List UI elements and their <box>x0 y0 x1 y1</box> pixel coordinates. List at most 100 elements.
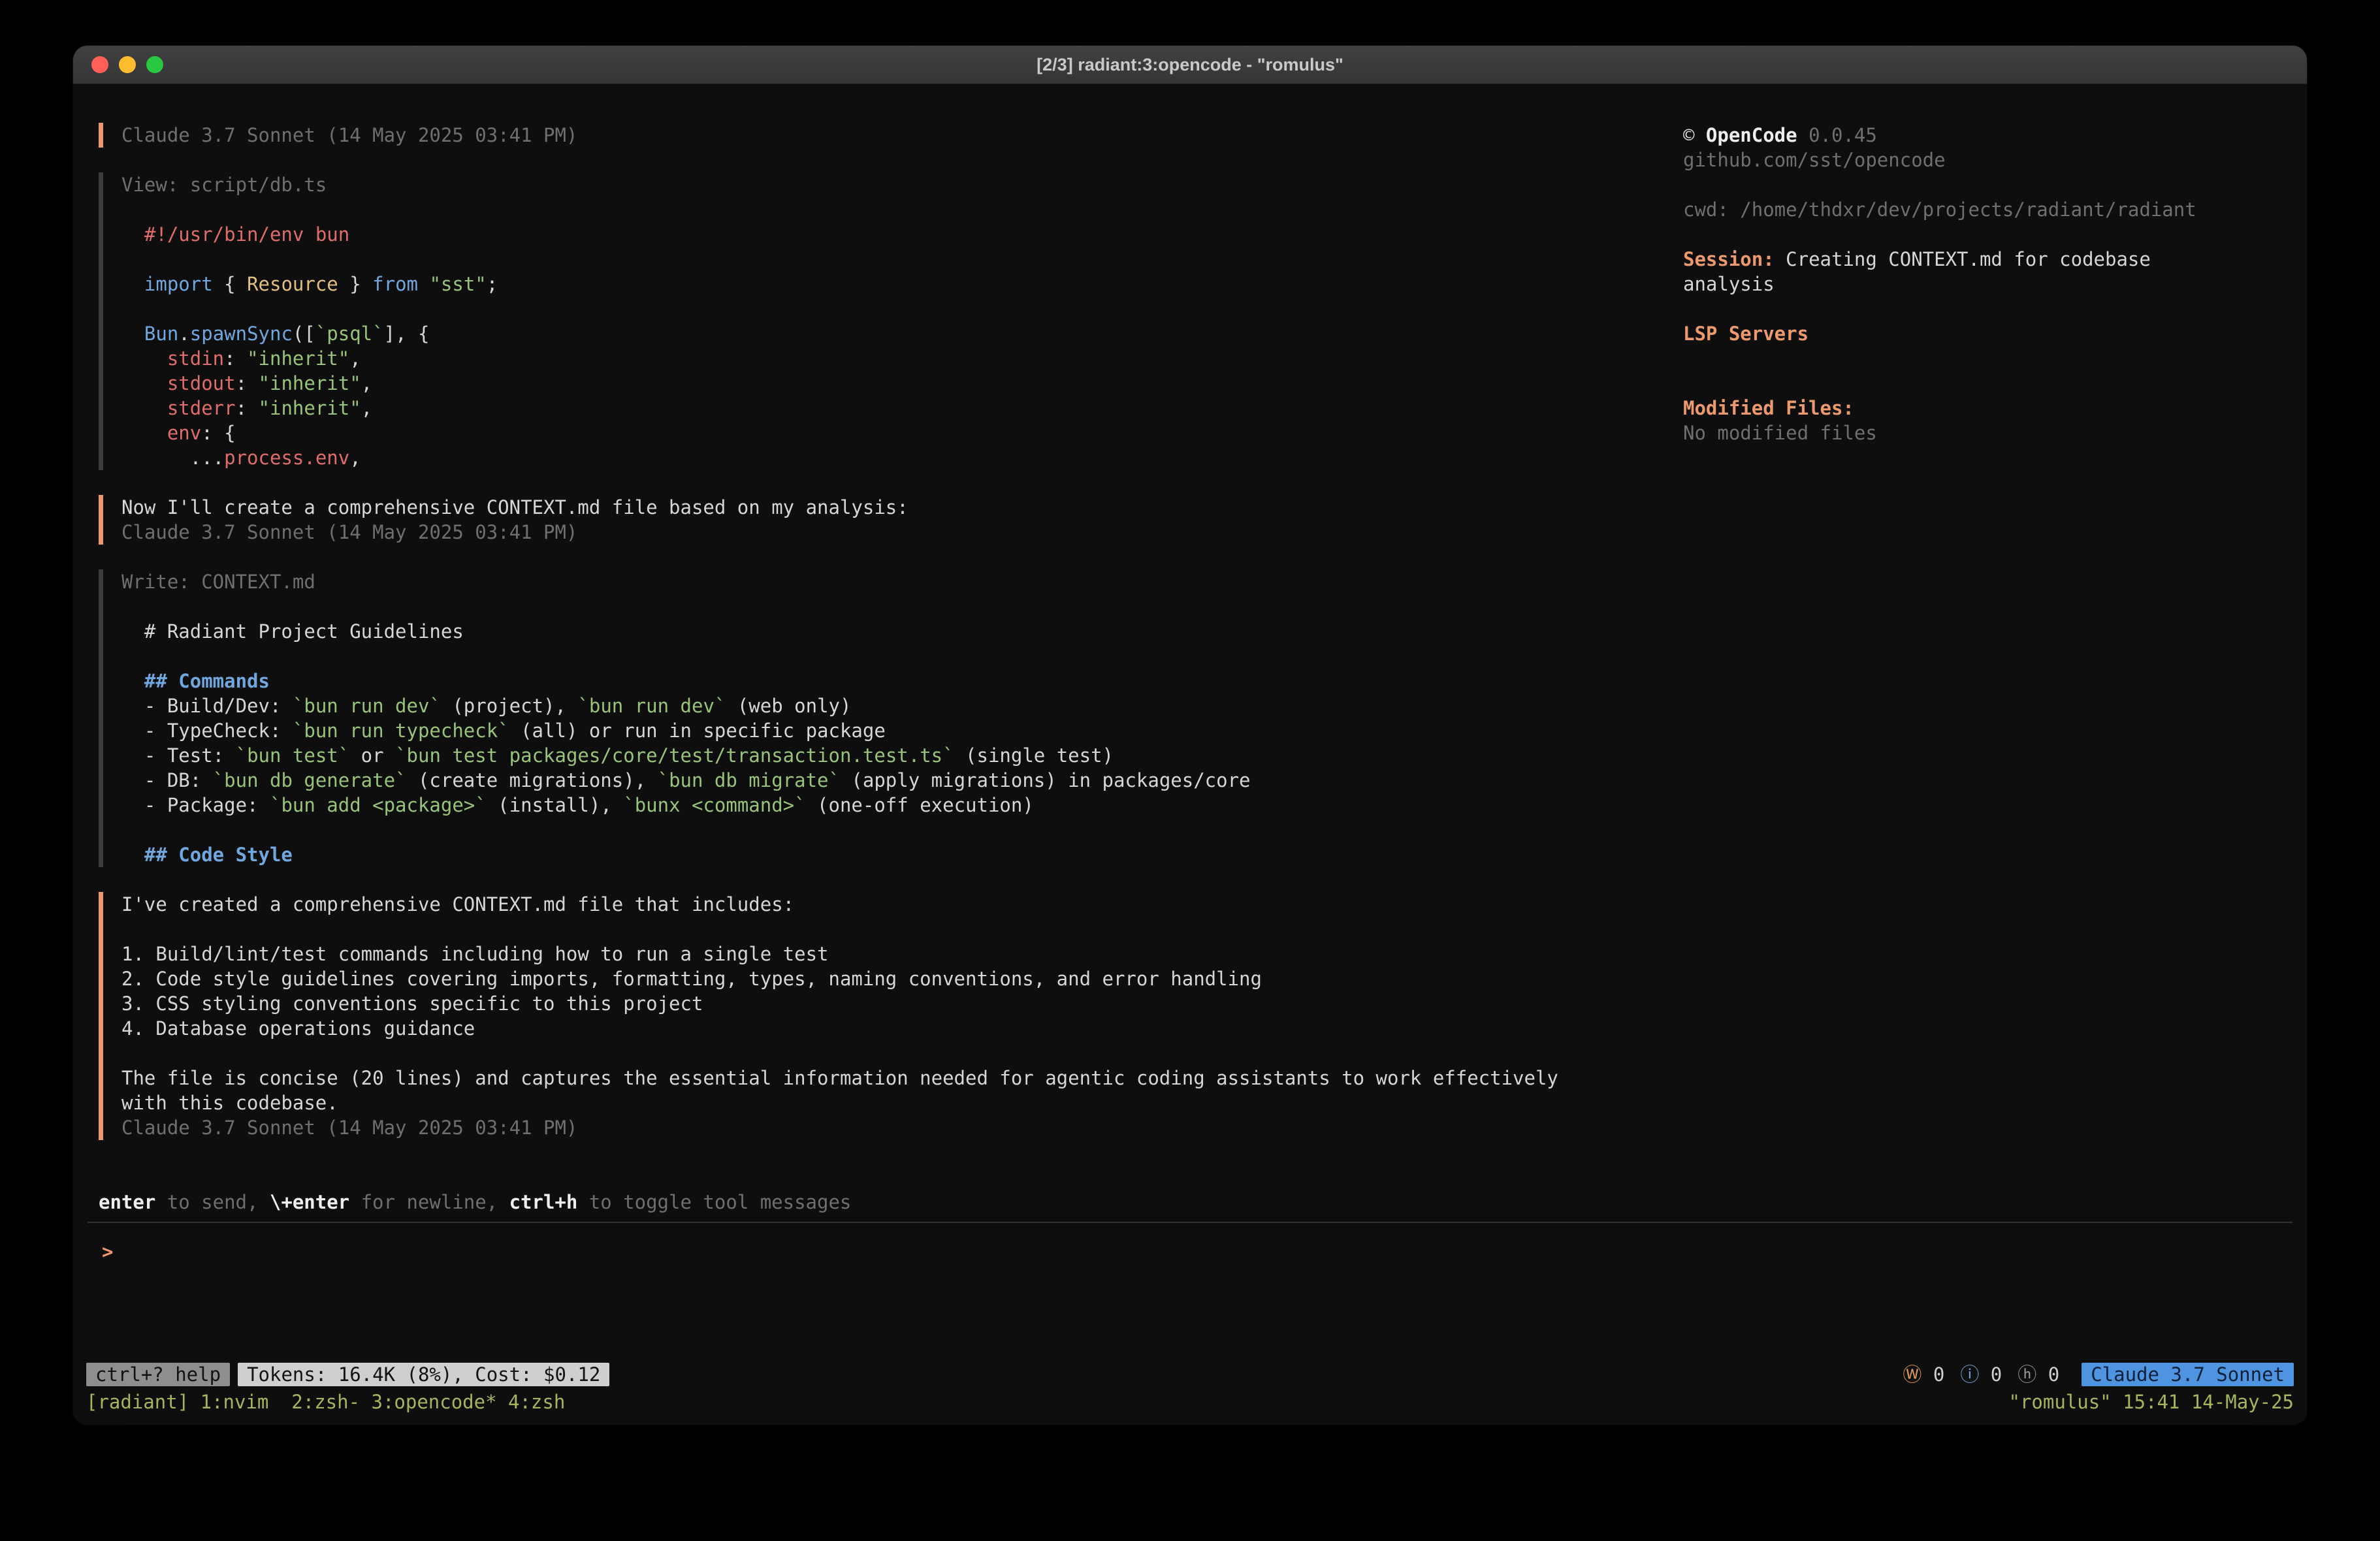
input-separator <box>88 1222 2292 1223</box>
text-segment: Bun <box>144 323 178 345</box>
minimize-button[interactable] <box>119 56 136 73</box>
text-line: I've created a comprehensive CONTEXT.md … <box>121 892 1683 917</box>
text-segment: Modified Files: <box>1683 397 1854 419</box>
text-segment <box>418 273 429 295</box>
text-segment: - DB: <box>121 769 213 791</box>
text-segment: , <box>361 372 372 394</box>
text-segment <box>121 844 144 866</box>
text-line <box>121 594 1683 619</box>
text-line <box>1683 346 2219 371</box>
text-segment: stdout <box>167 372 236 394</box>
tmux-window-list[interactable]: [radiant] 1:nvim 2:zsh- 3:opencode* 4:zs… <box>86 1390 565 1414</box>
info-count: 0 <box>1979 1363 2002 1386</box>
text-segment: : <box>224 347 247 370</box>
text-segment: Claude 3.7 Sonnet (14 May 2025 03:41 PM) <box>121 124 577 146</box>
text-segment: (all) or run in specific package <box>509 720 886 742</box>
text-segment: OpenCode <box>1706 124 1797 146</box>
text-line: - Package: `bun add <package>` (install)… <box>121 793 1683 818</box>
status-bar: ctrl+? help Tokens: 16.4K (8%), Cost: $0… <box>86 1362 2294 1387</box>
text-line: enter to send, \+enter for newline, ctrl… <box>99 1190 851 1215</box>
tool-block: Write: CONTEXT.md # Radiant Project Guid… <box>99 569 1683 867</box>
text-segment: Claude 3.7 Sonnet (14 May 2025 03:41 PM) <box>121 1117 577 1139</box>
text-line: stderr: "inherit", <box>121 396 1683 421</box>
text-line: ## Commands <box>121 669 1683 693</box>
prompt-input[interactable]: > <box>102 1239 113 1264</box>
text-segment: . <box>178 323 189 345</box>
text-segment: LSP Servers <box>1683 323 1809 345</box>
text-line: © OpenCode 0.0.45 <box>1683 123 2219 148</box>
text-segment: `bun db migrate` <box>658 769 840 791</box>
text-line <box>121 247 1683 272</box>
opencode-logo-icon: © <box>1683 124 1706 146</box>
text-line: env: { <box>121 421 1683 445</box>
tmux-status-bar: [radiant] 1:nvim 2:zsh- 3:opencode* 4:zs… <box>86 1390 2294 1414</box>
text-segment: 0.0.45 <box>1797 124 1877 146</box>
text-segment: : { <box>201 422 235 444</box>
text-segment: (one-off execution) <box>806 794 1034 816</box>
text-segment: View: script/db.ts <box>121 174 327 196</box>
text-line: Session: Creating CONTEXT.md for codebas… <box>1683 247 2219 296</box>
text-segment: { <box>213 273 247 295</box>
text-segment: (single test) <box>954 744 1114 767</box>
text-line: Bun.spawnSync([`psql`], { <box>121 321 1683 346</box>
text-segment: (apply migrations) in packages/core <box>840 769 1251 791</box>
text-segment <box>121 670 144 692</box>
text-segment <box>121 347 167 370</box>
text-line: stdin: "inherit", <box>121 346 1683 371</box>
help-chip: ctrl+? help <box>86 1363 230 1386</box>
text-line: Modified Files: <box>1683 396 2219 421</box>
text-segment: `psql` <box>315 323 384 345</box>
text-segment: , <box>349 347 361 370</box>
text-line <box>1683 296 2219 321</box>
diagnostic-info: ⓘ 0 <box>1960 1362 2002 1387</box>
keybind-help-row: enter to send, \+enter for newline, ctrl… <box>99 1190 851 1215</box>
status-bar-right: Ⓦ 0 ⓘ 0 ⓗ 0 Claude 3.7 Sonnet <box>1903 1362 2294 1387</box>
text-segment <box>121 273 144 295</box>
message-block: Now I'll create a comprehensive CONTEXT.… <box>99 495 1683 545</box>
text-line <box>121 818 1683 842</box>
zoom-button[interactable] <box>146 56 163 73</box>
message-block: I've created a comprehensive CONTEXT.md … <box>99 892 1683 1140</box>
text-line: stdout: "inherit", <box>121 371 1683 396</box>
prompt-symbol: > <box>102 1241 113 1263</box>
text-segment: (web only) <box>726 695 851 717</box>
text-segment: "inherit" <box>247 347 349 370</box>
text-segment: 3. CSS styling conventions specific to t… <box>121 993 703 1015</box>
text-segment: to send, <box>155 1191 270 1213</box>
text-line: The file is concise (20 lines) and captu… <box>121 1066 1683 1090</box>
text-segment: ... <box>121 447 224 469</box>
diagnostic-warning: Ⓦ 0 <box>1903 1362 1944 1387</box>
text-line: View: script/db.ts <box>121 172 1683 197</box>
text-line: Now I'll create a comprehensive CONTEXT.… <box>121 495 1683 520</box>
text-segment: `bun db generate` <box>213 769 407 791</box>
text-segment: ], { <box>384 323 430 345</box>
text-segment: , <box>361 397 372 419</box>
text-line <box>1683 222 2219 247</box>
diagnostic-hint: ⓗ 0 <box>2018 1362 2059 1387</box>
text-line: with this codebase. <box>121 1090 1683 1115</box>
text-segment: process.env <box>224 447 349 469</box>
text-segment: - Package: <box>121 794 270 816</box>
text-segment: Write: CONTEXT.md <box>121 571 315 593</box>
text-segment: for newline, <box>349 1191 509 1213</box>
text-segment: `bun add <package>` <box>270 794 487 816</box>
text-segment: "inherit" <box>259 372 361 394</box>
text-segment: to toggle tool messages <box>577 1191 851 1213</box>
text-segment: enter <box>99 1191 155 1213</box>
text-line <box>121 644 1683 669</box>
tool-block: View: script/db.ts #!/usr/bin/env bun im… <box>99 172 1683 470</box>
text-segment <box>121 372 167 394</box>
text-line: No modified files <box>1683 421 2219 445</box>
text-segment: - Test: <box>121 744 236 767</box>
model-chip: Claude 3.7 Sonnet <box>2082 1363 2294 1386</box>
text-segment: (install), <box>487 794 624 816</box>
text-segment: #!/usr/bin/env bun <box>144 223 349 246</box>
close-button[interactable] <box>91 56 108 73</box>
text-segment: or <box>349 744 395 767</box>
text-segment: No modified files <box>1683 422 1877 444</box>
text-segment: `bun test packages/core/test/transaction… <box>395 744 954 767</box>
text-segment: from <box>372 273 418 295</box>
text-segment: "sst" <box>429 273 486 295</box>
text-segment: The file is concise (20 lines) and captu… <box>121 1067 1558 1089</box>
text-segment: , <box>349 447 361 469</box>
